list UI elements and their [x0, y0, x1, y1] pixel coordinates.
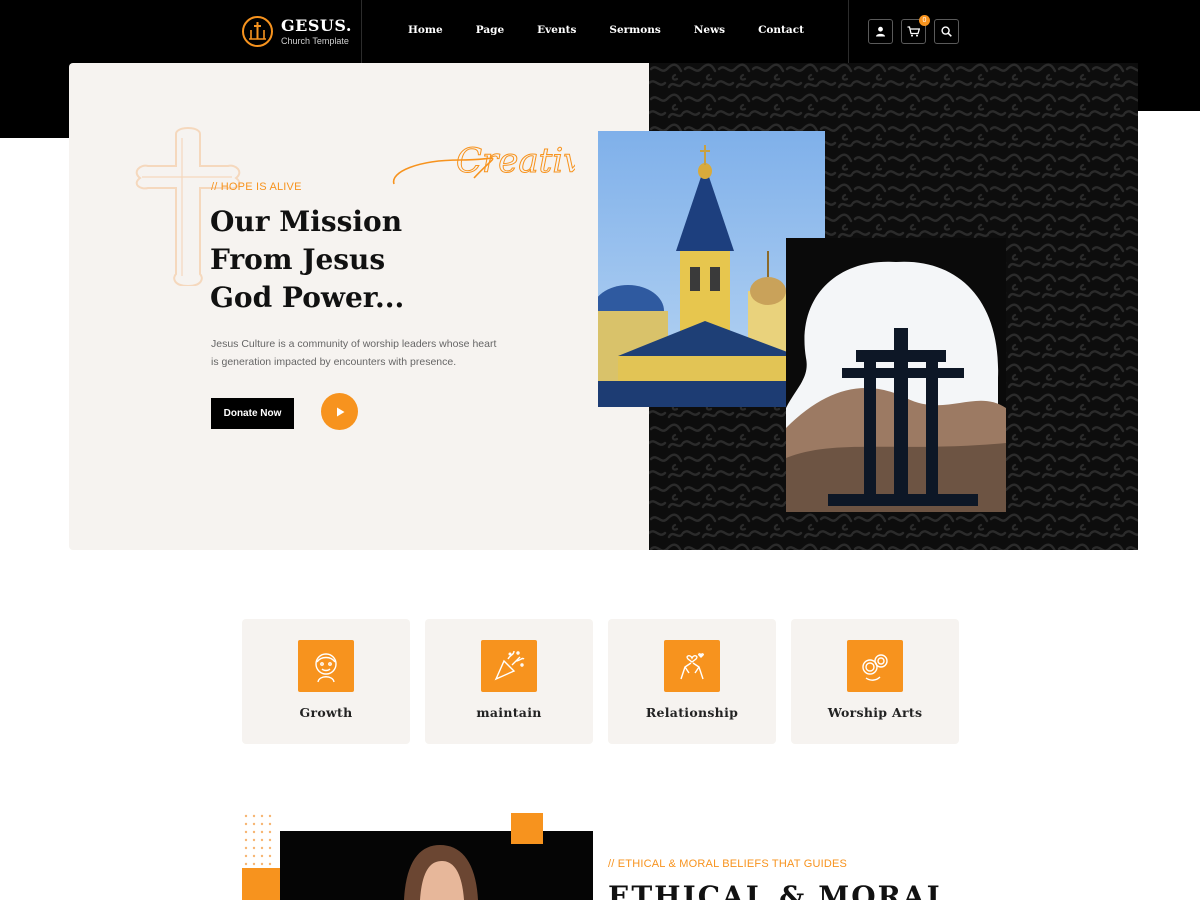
- hero-title-line: Our Mission: [210, 205, 403, 238]
- band-corner: [1138, 111, 1200, 138]
- hero-title-line: From Jesus: [210, 243, 386, 276]
- hero-tagline: // HOPE IS ALIVE: [211, 181, 302, 193]
- account-button[interactable]: [868, 19, 893, 44]
- svg-text:Creative: Creative: [456, 141, 575, 181]
- feature-icon-bg: [298, 640, 354, 692]
- nav-sermons[interactable]: Sermons: [609, 24, 660, 36]
- orange-square-decoration: [242, 868, 280, 900]
- about-title: ETHICAL & MORAL: [608, 880, 949, 900]
- site-header: GESUS. Church Template Home Page Events …: [0, 0, 1200, 63]
- nav-page[interactable]: Page: [476, 24, 504, 36]
- cart-icon: [907, 26, 920, 37]
- rings-icon: [862, 654, 888, 681]
- feature-card-growth[interactable]: Growth: [242, 619, 410, 744]
- orange-square-decoration: [511, 813, 543, 844]
- brand-subtitle: Church Template: [281, 35, 349, 46]
- hero-description: Jesus Culture is a community of worship …: [211, 338, 497, 368]
- feature-card-maintain[interactable]: maintain: [425, 619, 593, 744]
- feature-label: maintain: [476, 705, 542, 720]
- feature-card-relationship[interactable]: Relationship: [608, 619, 776, 744]
- brand-name: GESUS.: [281, 15, 352, 35]
- cart-count-badge: 0: [919, 15, 930, 26]
- face-icon: [315, 653, 337, 683]
- woman-praying-photo: [280, 831, 593, 900]
- feature-label: Growth: [299, 705, 353, 720]
- header-divider: [848, 0, 849, 63]
- creative-script-decoration: Creative: [392, 141, 575, 185]
- main-nav: Home Page Events Sermons News Contact: [408, 24, 837, 36]
- feature-icon-bg: [847, 640, 903, 692]
- feature-icon-bg: [481, 640, 537, 692]
- church-logo-icon: [242, 16, 273, 47]
- hero-title: Our Mission From Jesus God Power...: [210, 203, 470, 317]
- cross-photo: [786, 238, 1006, 512]
- nav-news[interactable]: News: [694, 24, 725, 36]
- feature-card-worship-arts[interactable]: Worship Arts: [791, 619, 959, 744]
- logo[interactable]: GESUS. Church Template: [242, 16, 352, 47]
- nav-contact[interactable]: Contact: [758, 24, 804, 36]
- feature-label: Relationship: [645, 705, 739, 720]
- feature-label: Worship Arts: [827, 705, 923, 720]
- header-divider: [361, 0, 362, 63]
- feature-icon-bg: [664, 640, 720, 692]
- nav-events[interactable]: Events: [537, 24, 576, 36]
- nav-home[interactable]: Home: [408, 24, 443, 36]
- hero-title-line: God Power...: [210, 281, 405, 314]
- hands-heart-icon: [680, 653, 704, 680]
- donate-now-button[interactable]: Donate Now: [211, 398, 294, 429]
- search-button[interactable]: [934, 19, 959, 44]
- dot-grid-decoration: [244, 814, 272, 866]
- play-icon: [336, 407, 344, 416]
- user-icon: [876, 26, 885, 37]
- about-tagline: // ETHICAL & MORAL BELIEFS THAT GUIDES: [608, 858, 848, 870]
- search-icon: [941, 26, 952, 37]
- play-video-button[interactable]: [321, 393, 358, 430]
- party-popper-icon: [494, 650, 525, 681]
